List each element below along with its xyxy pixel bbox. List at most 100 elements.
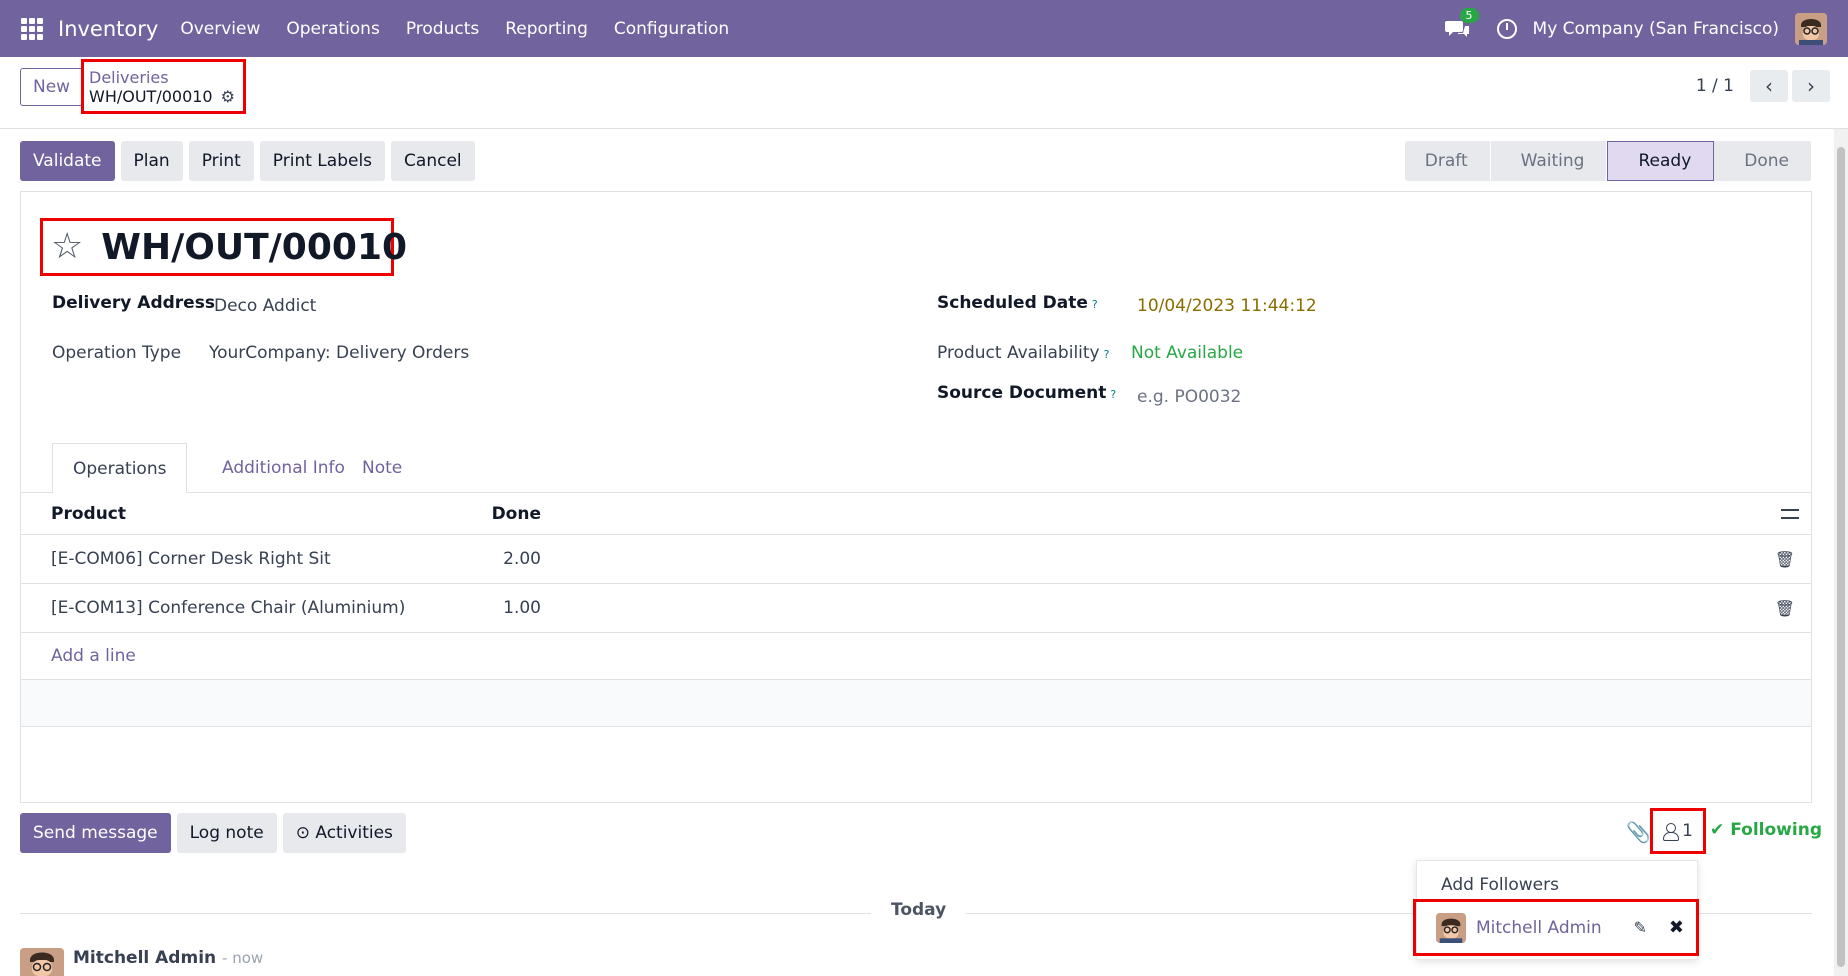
pager-previous-button[interactable]: ‹	[1750, 70, 1788, 102]
user-avatar[interactable]	[1795, 12, 1827, 45]
trash-icon[interactable]: 🗑	[1775, 584, 1795, 632]
row-product[interactable]: [E-COM06] Corner Desk Right Sit	[51, 535, 331, 583]
message-author-name[interactable]: Mitchell Admin	[73, 948, 216, 968]
pager: 1 / 1 ‹ ›	[1696, 70, 1830, 102]
activities-label: Activities	[315, 823, 393, 843]
plan-button[interactable]: Plan	[120, 141, 183, 181]
breadcrumb-deliveries-link[interactable]: Deliveries	[89, 69, 238, 87]
chat-icon[interactable]: 5	[1444, 7, 1479, 40]
send-message-button[interactable]: Send message	[20, 813, 171, 853]
availability-field: Product Availability ?	[937, 343, 1109, 363]
table-row[interactable]: [E-COM06] Corner Desk Right Sit 2.00 🗑	[21, 535, 1811, 584]
stage-ready[interactable]: Ready	[1607, 141, 1715, 181]
following-button[interactable]: ✔ Following	[1710, 820, 1822, 840]
log-note-button[interactable]: Log note	[176, 813, 277, 853]
message-author: Mitchell Admin - now	[73, 948, 263, 968]
column-product[interactable]: Product	[51, 493, 126, 534]
scheduled-date-label: Scheduled Date	[937, 293, 1088, 313]
delivery-address-field: Delivery Address	[52, 293, 215, 313]
pager-value[interactable]: 1 / 1	[1696, 76, 1734, 96]
stage-done[interactable]: Done	[1714, 141, 1812, 181]
stage-waiting[interactable]: Waiting	[1490, 141, 1608, 181]
print-labels-button[interactable]: Print Labels	[259, 141, 386, 181]
control-panel: New Deliveries WH/OUT/00010 ⚙ 1 / 1 ‹ ›	[0, 57, 1848, 129]
source-document-input-wrap: e.g. PO0032	[1137, 387, 1241, 407]
close-icon[interactable]: ✖	[1669, 917, 1684, 938]
add-followers-item[interactable]: Add Followers	[1441, 875, 1559, 895]
add-line-link[interactable]: Add a line	[51, 633, 136, 679]
row-done[interactable]: 2.00	[421, 535, 541, 583]
apps-grid-icon[interactable]	[21, 17, 43, 40]
operation-type-label: Operation Type	[52, 343, 182, 363]
paperclip-icon[interactable]: 📎	[1626, 820, 1651, 844]
cancel-button[interactable]: Cancel	[391, 141, 475, 181]
optional-columns-icon[interactable]	[1781, 493, 1799, 534]
scrollbar-thumb[interactable]	[1837, 147, 1845, 967]
tab-note[interactable]: Note	[342, 443, 422, 493]
print-button[interactable]: Print	[188, 141, 254, 181]
follower-avatar	[1436, 912, 1466, 943]
breadcrumb-current: WH/OUT/00010 ⚙	[89, 87, 238, 107]
date-separator-label: Today	[871, 900, 967, 920]
pager-next-button[interactable]: ›	[1792, 70, 1830, 102]
follower-name[interactable]: Mitchell Admin	[1476, 918, 1634, 938]
operation-type-field: Operation Type	[52, 343, 181, 363]
availability-help-icon[interactable]: ?	[1104, 348, 1110, 361]
delivery-address-value-wrap: Deco Addict	[214, 296, 316, 316]
menu-overview[interactable]: Overview	[180, 19, 260, 39]
follower-item: Mitchell Admin ✎ ✖	[1413, 899, 1699, 956]
gear-icon[interactable]: ⚙	[221, 87, 235, 107]
breadcrumb-current-label: WH/OUT/00010	[89, 87, 213, 106]
company-switcher[interactable]: My Company (San Francisco)	[1533, 19, 1779, 39]
tab-operations[interactable]: Operations	[52, 443, 188, 494]
message-author-avatar[interactable]	[20, 948, 64, 976]
pencil-icon[interactable]: ✎	[1634, 918, 1647, 937]
delivery-address-value[interactable]: Deco Addict	[214, 296, 316, 316]
top-navbar: Inventory Overview Operations Products R…	[0, 0, 1848, 57]
activity-clock-icon[interactable]	[1496, 18, 1517, 39]
record-title-area: ☆ WH/OUT/00010	[40, 218, 407, 276]
tab-additional-info[interactable]: Additional Info	[202, 443, 365, 493]
operations-table: Product Done [E-COM06] Corner Desk Right…	[21, 493, 1811, 774]
availability-value: Not Available	[1131, 343, 1244, 363]
breadcrumb: Deliveries WH/OUT/00010 ⚙	[81, 59, 246, 114]
form-sheet: ☆ WH/OUT/00010 Delivery Address Deco Add…	[20, 191, 1812, 803]
message-time: - now	[222, 949, 264, 967]
row-done[interactable]: 1.00	[421, 584, 541, 632]
followers-button[interactable]: 1	[1650, 808, 1706, 854]
scheduled-date-help-icon[interactable]: ?	[1092, 298, 1098, 311]
followers-count: 1	[1682, 821, 1693, 841]
table-row[interactable]: [E-COM13] Conference Chair (Aluminium) 1…	[21, 584, 1811, 633]
source-document-input[interactable]: e.g. PO0032	[1137, 387, 1241, 407]
validate-button[interactable]: Validate	[20, 141, 115, 181]
availability-label: Product Availability	[937, 343, 1100, 363]
page-scrollbar[interactable]	[1834, 129, 1848, 976]
new-button[interactable]: New	[20, 68, 84, 106]
menu-operations[interactable]: Operations	[286, 19, 379, 39]
stage-draft[interactable]: Draft	[1404, 141, 1491, 181]
clock-icon: ⊙	[295, 823, 316, 843]
menu-configuration[interactable]: Configuration	[614, 19, 729, 39]
delivery-address-label: Delivery Address	[52, 293, 215, 313]
trash-icon[interactable]: 🗑	[1775, 535, 1795, 583]
empty-row	[21, 727, 1811, 774]
activities-button[interactable]: ⊙ Activities	[282, 813, 406, 853]
operation-type-value-wrap: YourCompany: Delivery Orders	[209, 343, 469, 363]
status-bar: Draft Waiting Ready Done	[1404, 141, 1812, 181]
operation-type-value[interactable]: YourCompany: Delivery Orders	[209, 343, 469, 363]
column-done[interactable]: Done	[421, 493, 541, 534]
availability-value-wrap: Not Available	[1131, 343, 1243, 363]
star-icon[interactable]: ☆	[51, 229, 83, 265]
following-label: Following	[1730, 820, 1822, 840]
menu-products[interactable]: Products	[406, 19, 479, 39]
menu-reporting[interactable]: Reporting	[505, 19, 588, 39]
chatter-actions: Send message Log note ⊙ Activities	[20, 813, 406, 853]
source-document-help-icon[interactable]: ?	[1110, 388, 1116, 401]
scheduled-date-value-wrap: 10/04/2023 11:44:12	[1137, 296, 1317, 316]
check-icon: ✔	[1710, 820, 1725, 840]
app-name[interactable]: Inventory	[58, 17, 158, 41]
row-product[interactable]: [E-COM13] Conference Chair (Aluminium)	[51, 584, 405, 632]
followers-dropdown: Add Followers Mitchell Admin ✎ ✖	[1413, 860, 1699, 960]
scheduled-date-value[interactable]: 10/04/2023 11:44:12	[1137, 296, 1317, 316]
table-header: Product Done	[21, 493, 1811, 535]
